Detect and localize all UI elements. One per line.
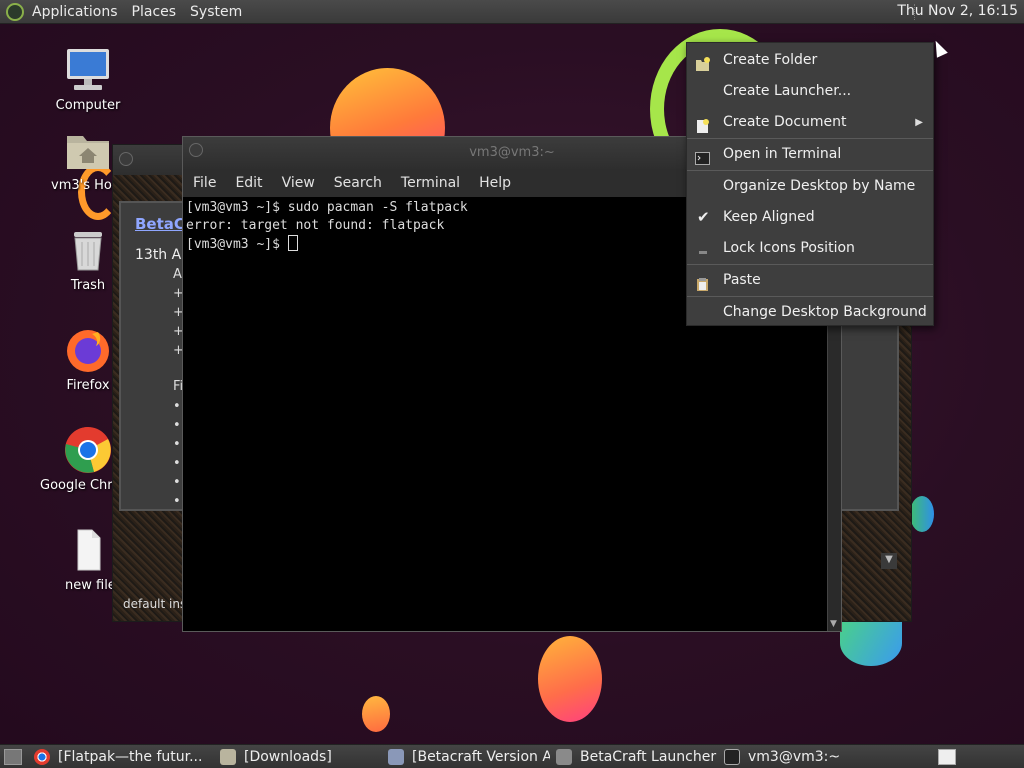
menu-item-label: Organize Desktop by Name bbox=[723, 178, 916, 194]
folder-new-icon bbox=[695, 53, 710, 71]
wallpaper-shape bbox=[362, 696, 390, 732]
bottom-taskbar: [Flatpak—the futur... [Downloads] [Betac… bbox=[0, 744, 1024, 768]
folder-icon bbox=[220, 748, 236, 765]
desktop-icon-label: Computer bbox=[55, 98, 121, 113]
task-flatpak-browser[interactable]: [Flatpak—the futur... bbox=[28, 746, 214, 768]
menu-item-label: Change Desktop Background bbox=[723, 304, 927, 320]
menu-file[interactable]: File bbox=[193, 175, 216, 191]
scroll-down-arrow-icon[interactable]: ▼ bbox=[881, 553, 897, 569]
menu-item-paste[interactable]: Paste bbox=[687, 265, 933, 296]
menu-item-label: Create Document bbox=[723, 114, 847, 130]
menu-item-keep-aligned[interactable]: ✔ Keep Aligned bbox=[687, 202, 933, 233]
menu-item-label: Create Launcher... bbox=[723, 83, 852, 99]
task-betacraft-launcher[interactable]: BetaCraft Launcher ... bbox=[550, 746, 718, 768]
task-label: BetaCraft Launcher ... bbox=[580, 748, 718, 765]
menu-search[interactable]: Search bbox=[334, 175, 382, 191]
task-betacraft-version[interactable]: [Betacraft Version A... bbox=[382, 746, 550, 768]
menu-edit[interactable]: Edit bbox=[235, 175, 262, 191]
text-cursor bbox=[287, 235, 298, 251]
menu-item-create-document[interactable]: Create Document ▶ bbox=[687, 107, 933, 138]
terminal-prompt: [vm3@vm3 ~]$ bbox=[186, 237, 288, 252]
wallpaper-shape bbox=[910, 496, 934, 532]
menu-item-label: Open in Terminal bbox=[723, 146, 842, 162]
submenu-arrow-icon: ▶ bbox=[915, 117, 923, 128]
wallpaper-shape bbox=[538, 636, 602, 722]
menu-places[interactable]: Places bbox=[132, 4, 177, 20]
task-terminal[interactable]: vm3@vm3:~ bbox=[718, 746, 858, 768]
chrome-icon bbox=[64, 426, 112, 474]
terminal-icon bbox=[695, 147, 710, 165]
workspace-switcher[interactable] bbox=[938, 749, 956, 765]
desktop-icon-computer[interactable]: Computer bbox=[40, 46, 136, 113]
menu-item-organize-by-name[interactable]: Organize Desktop by Name bbox=[687, 171, 933, 202]
computer-icon bbox=[64, 46, 112, 94]
menu-applications[interactable]: Applications bbox=[32, 4, 118, 20]
launcher-icon bbox=[556, 748, 572, 765]
scroll-down-arrow-icon[interactable]: ▼ bbox=[830, 619, 837, 629]
document-new-icon bbox=[695, 115, 710, 133]
menu-system[interactable]: System bbox=[190, 4, 242, 20]
menu-terminal[interactable]: Terminal bbox=[401, 175, 460, 191]
menu-item-label: Create Folder bbox=[723, 52, 818, 68]
menu-item-label: Lock Icons Position bbox=[723, 240, 855, 256]
menu-help[interactable]: Help bbox=[479, 175, 511, 191]
menu-item-create-folder[interactable]: Create Folder bbox=[687, 45, 933, 76]
document-icon bbox=[388, 748, 404, 765]
menu-item-create-launcher[interactable]: Create Launcher... bbox=[687, 76, 933, 107]
task-label: vm3@vm3:~ bbox=[748, 748, 841, 765]
menu-item-open-in-terminal[interactable]: Open in Terminal bbox=[687, 139, 933, 170]
install-path-label: default ins bbox=[123, 597, 187, 611]
distro-logo-icon[interactable] bbox=[6, 2, 24, 21]
task-downloads[interactable]: [Downloads] bbox=[214, 746, 382, 768]
home-folder-icon bbox=[64, 126, 112, 174]
top-panel: Applications Places System Thu Nov 2, 16… bbox=[0, 0, 1024, 24]
menu-item-label: Paste bbox=[723, 272, 761, 288]
task-label: [Flatpak—the futur... bbox=[58, 748, 203, 765]
show-desktop-icon[interactable] bbox=[4, 748, 22, 765]
wallpaper-shape bbox=[840, 620, 902, 666]
chrome-icon bbox=[34, 748, 50, 765]
clock[interactable]: Thu Nov 2, 16:15 bbox=[897, 3, 1018, 19]
menu-item-lock-icons-position[interactable]: Lock Icons Position bbox=[687, 233, 933, 264]
terminal-icon bbox=[724, 748, 740, 765]
task-label: [Betacraft Version A... bbox=[412, 748, 550, 765]
check-icon: ✔ bbox=[697, 208, 710, 226]
file-icon bbox=[64, 526, 112, 574]
paste-icon bbox=[695, 273, 710, 291]
menu-view[interactable]: View bbox=[282, 175, 315, 191]
menu-item-change-background[interactable]: Change Desktop Background bbox=[687, 297, 933, 328]
desktop-context-menu: Create Folder Create Launcher... Create … bbox=[686, 42, 934, 326]
window-menu-button[interactable] bbox=[119, 152, 133, 166]
dash-icon bbox=[695, 241, 710, 256]
trash-icon bbox=[64, 226, 112, 274]
firefox-icon bbox=[64, 326, 112, 374]
task-label: [Downloads] bbox=[244, 748, 332, 765]
menu-item-label: Keep Aligned bbox=[723, 209, 815, 225]
